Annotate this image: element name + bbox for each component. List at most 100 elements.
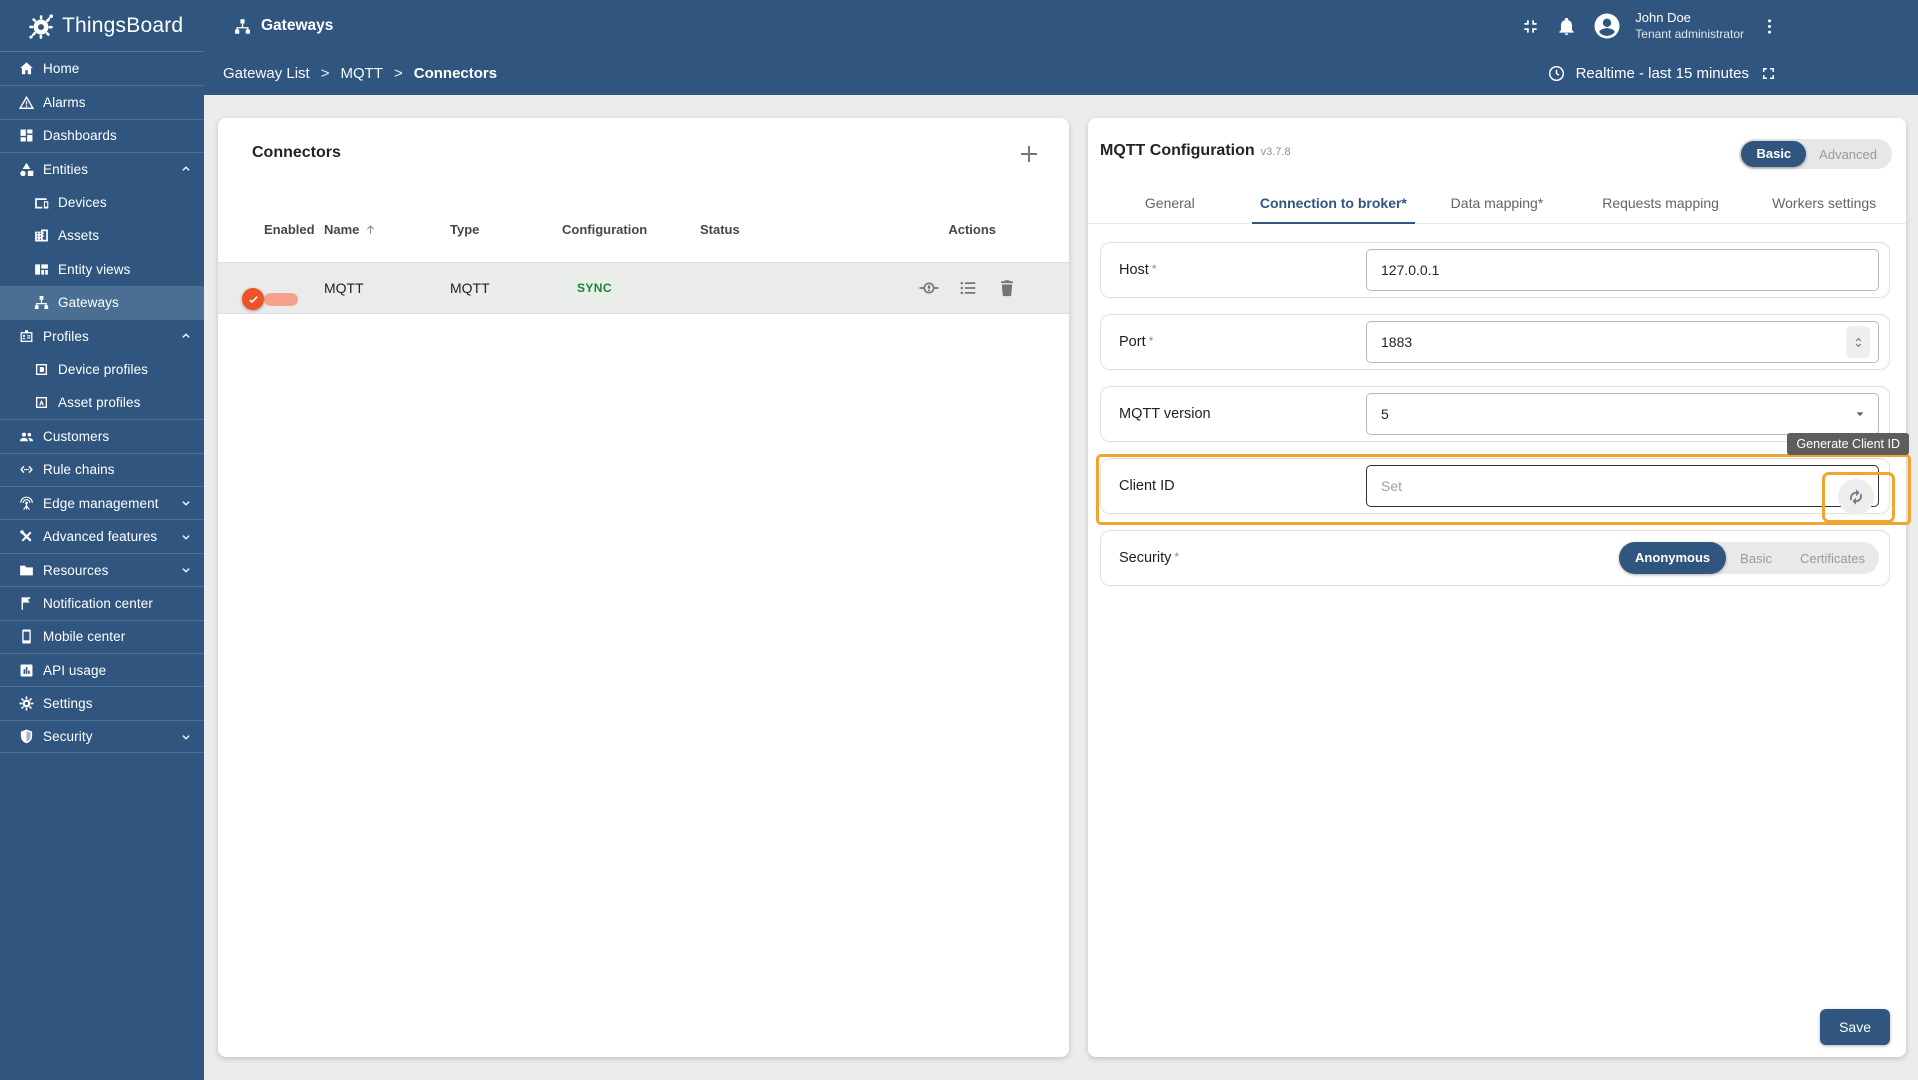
ethernet-icon xyxy=(18,461,35,478)
client-id-input[interactable] xyxy=(1366,465,1879,507)
sidebar-item-assets[interactable]: Assets xyxy=(0,219,204,252)
sort-asc-icon xyxy=(364,223,377,236)
sidebar-item-entity-views[interactable]: Entity views xyxy=(0,252,204,285)
time-range-label: Realtime - last 15 minutes xyxy=(1575,65,1749,82)
breadcrumb-connectors: Connectors xyxy=(413,65,498,82)
home-icon xyxy=(18,60,35,77)
page-title: Gateways xyxy=(204,17,333,36)
dashboards-icon xyxy=(18,127,35,144)
chevron-down-icon xyxy=(179,563,193,577)
mqtt-version-select[interactable]: 5 xyxy=(1366,393,1879,435)
sidebar-item-alarms[interactable]: Alarms xyxy=(0,85,204,118)
chevron-down-icon xyxy=(179,530,193,544)
sidebar-item-advanced-features[interactable]: Advanced features xyxy=(0,519,204,552)
avatar[interactable] xyxy=(1592,11,1622,41)
security-basic-button[interactable]: Basic xyxy=(1726,551,1786,566)
breadcrumb-mqtt[interactable]: MQTT xyxy=(340,65,383,82)
sidebar-item-notification-center[interactable]: Notification center xyxy=(0,586,204,619)
antenna-icon xyxy=(18,495,35,512)
security-label: Security * xyxy=(1119,550,1180,566)
tab-connection-to-broker[interactable]: Connection to broker* xyxy=(1251,181,1416,224)
host-field-row: Host * xyxy=(1100,242,1890,298)
refresh-icon xyxy=(1846,487,1866,507)
mqtt-version-label: MQTT version xyxy=(1119,406,1211,422)
time-range-control[interactable]: Realtime - last 15 minutes xyxy=(1547,64,1778,83)
client-id-label: Client ID xyxy=(1119,478,1175,494)
tab-general[interactable]: General xyxy=(1088,181,1252,223)
sidebar-nav: Home Alarms Dashboards Entities Devices … xyxy=(0,52,204,754)
sidebar-item-security[interactable]: Security xyxy=(0,719,204,754)
config-version: v3.7.8 xyxy=(1260,146,1291,158)
connector-name: MQTT xyxy=(324,280,364,296)
security-anonymous-button[interactable]: Anonymous xyxy=(1619,542,1727,574)
security-certificates-button[interactable]: Certificates xyxy=(1786,551,1879,566)
required-asterisk: * xyxy=(1174,550,1180,564)
tab-workers-settings[interactable]: Workers settings xyxy=(1742,181,1906,223)
sidebar-item-home[interactable]: Home xyxy=(0,52,204,85)
topbar-title-row: Gateways John Doe Tenant administrator xyxy=(204,0,1918,52)
breadcrumb-separator: > xyxy=(320,65,330,82)
generate-client-id-button[interactable] xyxy=(1838,479,1874,515)
sidebar-item-entities[interactable]: Entities xyxy=(0,152,204,185)
sidebar-item-edge-management[interactable]: Edge management xyxy=(0,486,204,519)
fullscreen-icon[interactable] xyxy=(1759,64,1778,83)
add-connector-button[interactable] xyxy=(1017,142,1041,166)
sidebar-item-customers[interactable]: Customers xyxy=(0,419,204,452)
rpc-remote-icon[interactable] xyxy=(918,277,940,299)
sidebar-item-settings[interactable]: Settings xyxy=(0,686,204,719)
user-name: John Doe xyxy=(1635,10,1691,26)
sidebar-item-asset-profiles[interactable]: Asset profiles xyxy=(0,386,204,419)
sidebar-item-dashboards[interactable]: Dashboards xyxy=(0,118,204,152)
sidebar-item-profiles[interactable]: Profiles xyxy=(0,319,204,352)
sidebar-item-api-usage[interactable]: API usage xyxy=(0,653,204,686)
sidebar-item-gateways[interactable]: Gateways xyxy=(0,285,204,320)
chart-icon xyxy=(18,662,35,679)
host-input[interactable] xyxy=(1366,249,1879,291)
topbar-actions: John Doe Tenant administrator xyxy=(1520,0,1780,52)
trash-icon[interactable] xyxy=(996,277,1018,299)
logs-list-icon[interactable] xyxy=(957,277,979,299)
clock-icon xyxy=(1547,64,1566,83)
chevron-up-icon xyxy=(179,329,193,343)
sidebar-item-device-profiles[interactable]: Device profiles xyxy=(0,353,204,386)
mqtt-version-field-row: MQTT version 5 xyxy=(1100,386,1890,442)
table-row[interactable]: MQTT MQTT SYNC xyxy=(218,262,1069,314)
port-field-row: Port * xyxy=(1100,314,1890,370)
topbar: Gateways John Doe Tenant administrator G… xyxy=(204,0,1918,95)
notifications-bell-icon[interactable] xyxy=(1556,16,1577,37)
save-button[interactable]: Save xyxy=(1820,1009,1890,1045)
tab-data-mapping[interactable]: Data mapping* xyxy=(1415,181,1579,223)
number-stepper[interactable] xyxy=(1846,326,1870,358)
sidebar-item-rule-chains[interactable]: Rule chains xyxy=(0,452,204,486)
app-brand[interactable]: ThingsBoard xyxy=(0,0,204,52)
kebab-menu-icon[interactable] xyxy=(1759,16,1780,37)
badge-icon xyxy=(18,328,35,345)
col-name[interactable]: Name xyxy=(324,222,450,237)
breadcrumb-gateway-list[interactable]: Gateway List xyxy=(223,65,310,82)
col-status: Status xyxy=(700,221,740,237)
config-title: MQTT Configuration xyxy=(1100,142,1255,159)
required-asterisk: * xyxy=(1151,262,1157,276)
sidebar-item-devices[interactable]: Devices xyxy=(0,186,204,219)
entity-views-icon xyxy=(33,261,50,278)
check-icon xyxy=(242,288,264,310)
col-type: Type xyxy=(450,221,480,237)
tab-requests-mapping[interactable]: Requests mapping xyxy=(1579,181,1743,223)
asset-profile-icon xyxy=(33,394,50,411)
config-tabs: General Connection to broker* Data mappi… xyxy=(1088,181,1906,224)
warning-icon xyxy=(18,94,35,111)
sidebar-item-resources[interactable]: Resources xyxy=(0,552,204,586)
category-icon xyxy=(18,161,35,178)
breadcrumb-separator: > xyxy=(393,65,403,82)
host-label: Host * xyxy=(1119,262,1157,278)
col-enabled: Enabled xyxy=(264,221,315,237)
sidebar: ThingsBoard Home Alarms Dashboards Entit… xyxy=(0,0,204,1080)
smartphone-icon xyxy=(18,628,35,645)
mode-basic-button[interactable]: Basic xyxy=(1741,141,1807,167)
col-configuration: Configuration xyxy=(562,221,648,237)
mode-advanced-button[interactable]: Advanced xyxy=(1806,147,1890,162)
port-input[interactable] xyxy=(1366,321,1879,363)
sidebar-item-mobile-center[interactable]: Mobile center xyxy=(0,619,204,653)
building-icon xyxy=(33,227,50,244)
minimize-icon[interactable] xyxy=(1520,16,1541,37)
